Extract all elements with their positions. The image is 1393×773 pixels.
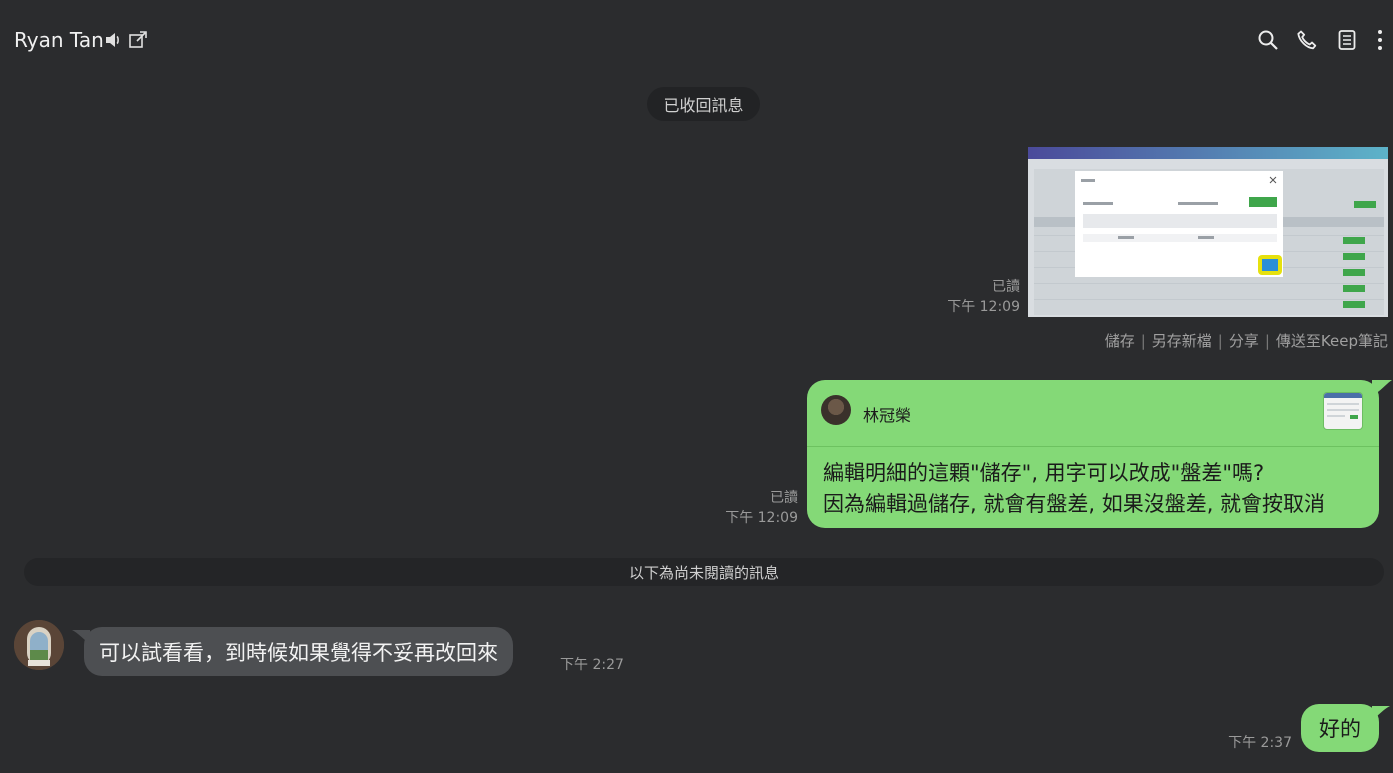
image-actions: 儲存 | 另存新檔 | 分享 | 傳送至Keep筆記	[1104, 332, 1388, 350]
reply-message-bubble[interactable]: 林冠榮 編輯明細的這顆"儲存", 用字可以改成"盤差"嗎? 因為編輯過儲存, 就…	[807, 380, 1379, 528]
quoted-user-name: 林冠榮	[863, 406, 912, 425]
unread-divider: 以下為尚未閱讀的訊息	[24, 558, 1384, 586]
quoted-user-avatar	[821, 395, 851, 425]
message-text: 好的	[1319, 717, 1361, 741]
quoted-message-header[interactable]: 林冠榮	[807, 380, 1379, 447]
speaker-icon[interactable]	[104, 31, 122, 49]
screenshot-thumbnail	[1028, 147, 1388, 317]
read-receipt: 已讀	[992, 279, 1020, 295]
outgoing-message-bubble[interactable]: 好的	[1301, 704, 1379, 752]
image-message-meta: 已讀 下午 12:09	[920, 277, 1020, 317]
message-text: 編輯明細的這顆"儲存", 用字可以改成"盤差"嗎? 因為編輯過儲存, 就會有盤差…	[823, 461, 1326, 516]
image-message[interactable]	[1028, 147, 1388, 317]
incoming-message-bubble[interactable]: 可以試看看，到時候如果覺得不妥再改回來	[84, 627, 513, 676]
recalled-message-notice: 已收回訊息	[647, 87, 760, 121]
search-icon[interactable]	[1257, 29, 1279, 51]
share-action[interactable]: 分享	[1229, 332, 1259, 350]
message-time: 下午 12:09	[947, 299, 1020, 315]
read-receipt: 已讀	[770, 490, 798, 506]
phone-icon[interactable]	[1296, 29, 1318, 51]
message-time: 下午 2:37	[1228, 735, 1292, 751]
notes-icon[interactable]	[1336, 29, 1358, 51]
quoted-image-thumbnail	[1323, 392, 1363, 430]
bubble-tail	[1372, 380, 1392, 396]
bubble-tail	[1372, 706, 1390, 720]
chat-title: Ryan Tan	[14, 28, 104, 52]
reply-message-meta: 已讀 下午 12:09	[700, 488, 798, 528]
message-time: 下午 2:27	[560, 657, 624, 673]
message-time: 下午 12:09	[725, 510, 798, 526]
send-to-keep-action[interactable]: 傳送至Keep筆記	[1276, 332, 1388, 350]
save-as-action[interactable]: 另存新檔	[1152, 332, 1212, 350]
save-action[interactable]: 儲存	[1105, 332, 1135, 350]
message-text: 可以試看看，到時候如果覺得不妥再改回來	[99, 640, 498, 665]
popout-icon[interactable]	[128, 30, 148, 50]
more-icon[interactable]	[1372, 29, 1388, 51]
sender-avatar[interactable]	[14, 620, 64, 670]
